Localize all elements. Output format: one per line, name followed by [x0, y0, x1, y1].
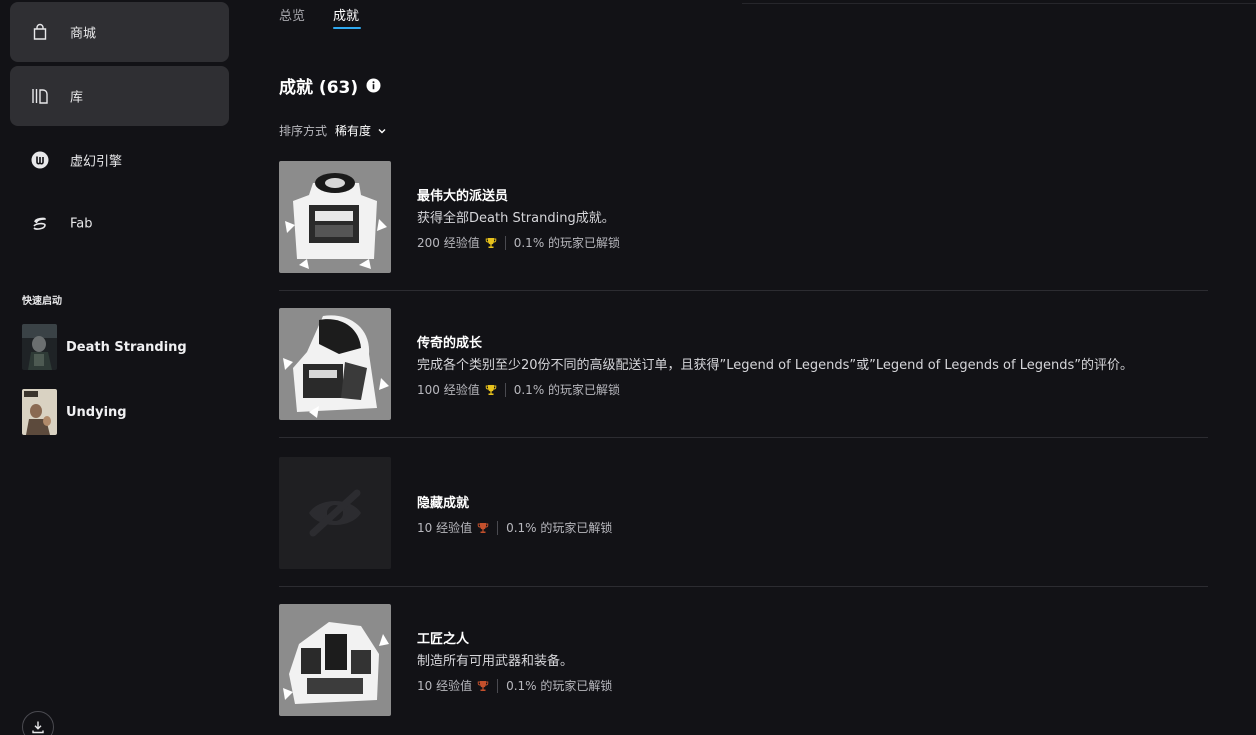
sidebar-item-unreal-engine[interactable]: 虚幻引擎 — [10, 130, 229, 190]
achievement-image — [279, 604, 391, 716]
bronze-trophy-icon — [477, 522, 489, 533]
unlock-percentage: 0.1% 的玩家已解锁 — [506, 679, 613, 693]
tab-achievements[interactable]: 成就 — [333, 5, 359, 24]
sort-dropdown[interactable]: 稀有度 — [335, 122, 387, 139]
quick-launch-label: Undying — [66, 404, 127, 420]
bronze-trophy-icon — [477, 680, 489, 691]
achievement-description: 获得全部Death Stranding成就。 — [417, 211, 615, 226]
unlock-percentage: 0.1% 的玩家已解锁 — [513, 236, 621, 250]
sidebar-item-store[interactable]: 商城 — [10, 2, 229, 62]
sidebar-item-label: 库 — [70, 90, 84, 106]
achievement-row[interactable]: 最伟大的派送员 获得全部Death Stranding成就。 200 经验值 0… — [279, 161, 1208, 309]
row-divider — [279, 437, 1208, 438]
achievement-row[interactable]: 工匠之人 制造所有可用武器和装备。 10 经验值 0.1% 的玩家已解锁 — [279, 604, 1208, 735]
header-divider — [742, 3, 1256, 4]
achievement-meta: 10 经验值 0.1% 的玩家已解锁 — [417, 677, 612, 694]
xp-value: 10 经验值 — [417, 679, 473, 693]
sidebar: 商城 库 虚幻引擎 Fab 快速启动 Death Stranding Undyi… — [0, 0, 240, 735]
info-icon[interactable] — [366, 78, 381, 93]
active-tab-indicator — [333, 27, 361, 29]
quick-launch-title: 快速启动 — [22, 296, 62, 307]
sort-label: 排序方式 — [279, 124, 328, 138]
eye-slash-icon — [279, 457, 391, 569]
achievement-meta: 200 经验值 0.1% 的玩家已解锁 — [417, 234, 620, 251]
quick-launch-label: Death Stranding — [66, 339, 187, 355]
achievement-row[interactable]: 隐藏成就 10 经验值 0.1% 的玩家已解锁 — [279, 457, 1208, 605]
meta-divider — [504, 382, 506, 397]
meta-divider — [497, 678, 499, 693]
sidebar-item-fab[interactable]: Fab — [10, 194, 229, 254]
gold-trophy-icon — [485, 237, 496, 248]
achievements-heading: 成就 (63) — [279, 73, 381, 98]
achievement-image — [279, 308, 391, 420]
gold-trophy-icon — [485, 384, 496, 395]
sidebar-item-label: 虚幻引擎 — [70, 154, 123, 170]
achievement-meta: 100 经验值 0.1% 的玩家已解锁 — [417, 381, 620, 398]
download-icon — [32, 721, 44, 734]
achievement-description: 制造所有可用武器和装备。 — [417, 654, 574, 669]
sidebar-item-label: 商城 — [70, 26, 97, 42]
achievement-row[interactable]: 传奇的成长 完成各个类别至少20份不同的高级配送订单，且获得”Legend of… — [279, 308, 1208, 456]
achievement-image — [279, 161, 391, 273]
unlock-percentage: 0.1% 的玩家已解锁 — [513, 383, 621, 397]
quick-launch-item-undying[interactable]: Undying — [22, 388, 222, 436]
page-title: 成就 (63) — [279, 78, 359, 98]
sort-value: 稀有度 — [335, 124, 372, 138]
sidebar-item-label: Fab — [70, 216, 93, 232]
tab-overview[interactable]: 总览 — [279, 5, 305, 24]
main-content: 总览 成就 成就 (63) 排序方式 稀有度 最伟大的派送员 获得全部Death… — [240, 0, 1256, 735]
xp-value: 100 经验值 — [417, 383, 480, 397]
library-icon — [32, 89, 48, 104]
unreal-engine-icon — [31, 151, 49, 169]
row-divider — [279, 586, 1208, 587]
meta-divider — [497, 520, 499, 535]
downloads-button[interactable] — [22, 711, 54, 735]
achievement-name: 隐藏成就 — [417, 496, 470, 511]
achievement-name: 传奇的成长 — [417, 336, 483, 351]
app-window: 商城 库 虚幻引擎 Fab 快速启动 Death Stranding Undyi… — [0, 0, 1256, 735]
unlock-percentage: 0.1% 的玩家已解锁 — [506, 521, 613, 535]
game-thumbnail — [22, 324, 57, 370]
xp-value: 200 经验值 — [417, 236, 480, 250]
sort-control: 排序方式 稀有度 — [279, 122, 387, 139]
hidden-achievement-image — [279, 457, 391, 569]
achievement-meta: 10 经验值 0.1% 的玩家已解锁 — [417, 519, 612, 536]
sidebar-item-library[interactable]: 库 — [10, 66, 229, 126]
shopping-bag-icon — [33, 23, 47, 40]
fab-icon — [33, 217, 46, 230]
achievement-description: 完成各个类别至少20份不同的高级配送订单，且获得”Legend of Legen… — [417, 358, 1133, 373]
chevron-down-icon — [378, 128, 386, 133]
achievement-name: 最伟大的派送员 — [417, 189, 509, 204]
meta-divider — [504, 235, 506, 250]
xp-value: 10 经验值 — [417, 521, 473, 535]
row-divider — [279, 290, 1208, 291]
achievement-name: 工匠之人 — [417, 632, 470, 647]
game-thumbnail — [22, 389, 57, 435]
quick-launch-item-death-stranding[interactable]: Death Stranding — [22, 323, 222, 371]
